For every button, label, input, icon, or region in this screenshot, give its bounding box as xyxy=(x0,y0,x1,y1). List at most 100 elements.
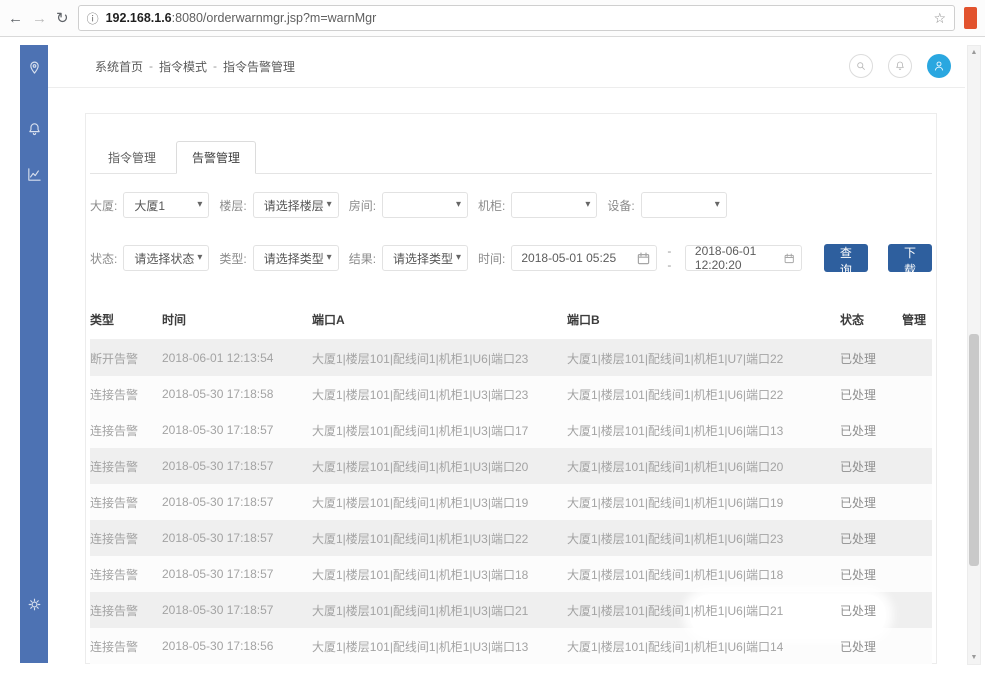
port-a-cell: 大厦1|楼层101|配线间1|机柜1|U3|端口13 xyxy=(312,638,567,655)
status-cell: 已处理 xyxy=(840,386,902,403)
time-cell: 2018-05-30 17:18:56 xyxy=(162,639,312,653)
time-cell: 2018-05-30 17:18:57 xyxy=(162,531,312,545)
device-label: 设备: xyxy=(607,197,634,214)
address-bar[interactable]: ⓘ 192.168.1.6:8080/orderwarnmgr.jsp?m=wa… xyxy=(78,5,955,31)
status-cell: 已处理 xyxy=(840,494,902,511)
time-cell: 2018-06-01 12:13:54 xyxy=(162,351,312,365)
notifications-button[interactable] xyxy=(888,54,912,78)
scroll-up-arrow[interactable]: ▲ xyxy=(968,49,980,56)
type-select[interactable]: 请选择类型▾ xyxy=(253,245,339,271)
device-select[interactable]: ▾ xyxy=(641,192,727,218)
query-button[interactable]: 查询 xyxy=(824,244,868,272)
calendar-icon[interactable] xyxy=(637,252,650,265)
sidebar-item-settings[interactable] xyxy=(20,593,48,615)
port-a-cell: 大厦1|楼层101|配线间1|机柜1|U6|端口23 xyxy=(312,350,567,367)
breadcrumb-alarm-mgmt: 指令告警管理 xyxy=(223,58,295,75)
port-a-cell: 大厦1|楼层101|配线间1|机柜1|U3|端口19 xyxy=(312,494,567,511)
port-a-cell: 大厦1|楼层101|配线间1|机柜1|U3|端口21 xyxy=(312,602,567,619)
page-info-icon[interactable]: ⓘ xyxy=(87,10,99,27)
topbar-icons xyxy=(849,54,951,78)
floor-select[interactable]: 请选择楼层▾ xyxy=(253,192,339,218)
status-cell: 已处理 xyxy=(840,566,902,583)
col-type: 类型 xyxy=(90,311,162,328)
forward-button[interactable]: → xyxy=(32,11,47,26)
col-manage: 管理 xyxy=(902,311,932,328)
chevron-down-icon: ▾ xyxy=(197,200,202,210)
port-b-cell: 大厦1|楼层101|配线间1|机柜1|U6|端口22 xyxy=(567,386,840,403)
type-cell: 连接告警 xyxy=(90,530,162,547)
filter-row-criteria: 状态: 请选择状态▾ 类型: 请选择类型▾ 结果: 请选择类型▾ 时间: 201… xyxy=(90,244,932,272)
breadcrumb-separator: - xyxy=(213,59,217,73)
cabinet-label: 机柜: xyxy=(478,197,505,214)
port-a-cell: 大厦1|楼层101|配线间1|机柜1|U3|端口22 xyxy=(312,530,567,547)
table-body: 断开告警 2018-06-01 12:13:54 大厦1|楼层101|配线间1|… xyxy=(90,340,932,664)
scrollbar[interactable]: ▲ ▼ xyxy=(967,45,981,665)
map-pin-icon xyxy=(26,60,43,77)
chevron-down-icon: ▾ xyxy=(456,253,461,263)
breadcrumb-home[interactable]: 系统首页 xyxy=(95,58,143,75)
url-path: :8080/orderwarnmgr.jsp?m=warnMgr xyxy=(172,11,377,25)
browser-bar: ← → ↻ ⓘ 192.168.1.6:8080/orderwarnmgr.js… xyxy=(0,0,985,37)
calendar-icon[interactable] xyxy=(784,252,794,265)
filter-row-location: 大厦: 大厦1▾ 楼层: 请选择楼层▾ 房间: ▾ 机柜: ▾ 设备: ▾ xyxy=(90,192,932,218)
time-cell: 2018-05-30 17:18:57 xyxy=(162,567,312,581)
room-label: 房间: xyxy=(349,197,376,214)
status-cell: 已处理 xyxy=(840,350,902,367)
date-range-separator: -- xyxy=(667,244,675,272)
cabinet-select[interactable]: ▾ xyxy=(511,192,597,218)
status-select[interactable]: 请选择状态▾ xyxy=(123,245,209,271)
alarm-table: 类型 时间 端口A 端口B 状态 管理 断开告警 2018-06-01 12:1… xyxy=(90,299,932,664)
bookmark-star-icon[interactable]: ☆ xyxy=(933,10,946,27)
tab-alarm-management[interactable]: 告警管理 xyxy=(176,141,256,174)
status-label: 状态: xyxy=(90,250,117,267)
status-cell: 已处理 xyxy=(840,458,902,475)
status-cell: 已处理 xyxy=(840,638,902,655)
date-from-input[interactable]: 2018-05-01 05:25 xyxy=(511,245,657,271)
sidebar-item-map[interactable] xyxy=(20,57,48,79)
table-row: 连接告警 2018-05-30 17:18:57 大厦1|楼层101|配线间1|… xyxy=(90,412,932,448)
port-b-cell: 大厦1|楼层101|配线间1|机柜1|U6|端口14 xyxy=(567,638,840,655)
screen: ← → ↻ ⓘ 192.168.1.6:8080/orderwarnmgr.js… xyxy=(0,0,985,685)
tab-command-management[interactable]: 指令管理 xyxy=(92,141,172,174)
topbar: 系统首页 - 指令模式 - 指令告警管理 xyxy=(48,45,965,88)
building-select[interactable]: 大厦1▾ xyxy=(123,192,209,218)
status-cell: 已处理 xyxy=(840,602,902,619)
table-row: 断开告警 2018-06-01 12:13:54 大厦1|楼层101|配线间1|… xyxy=(90,340,932,376)
time-cell: 2018-05-30 17:18:58 xyxy=(162,387,312,401)
search-button[interactable] xyxy=(849,54,873,78)
breadcrumb-command-mode[interactable]: 指令模式 xyxy=(159,58,207,75)
status-cell: 已处理 xyxy=(840,422,902,439)
port-b-cell: 大厦1|楼层101|配线间1|机柜1|U7|端口22 xyxy=(567,350,840,367)
port-b-cell: 大厦1|楼层101|配线间1|机柜1|U6|端口21 xyxy=(567,602,840,619)
browser-extension-icon[interactable] xyxy=(964,7,977,29)
scroll-down-arrow[interactable]: ▼ xyxy=(968,654,980,661)
type-cell: 连接告警 xyxy=(90,458,162,475)
type-cell: 连接告警 xyxy=(90,422,162,439)
type-cell: 连接告警 xyxy=(90,602,162,619)
table-header: 类型 时间 端口A 端口B 状态 管理 xyxy=(90,299,932,340)
reload-button[interactable]: ↻ xyxy=(56,11,69,26)
date-to-input[interactable]: 2018-06-01 12:20:20 xyxy=(685,245,802,271)
back-button[interactable]: ← xyxy=(8,11,23,26)
type-label: 类型: xyxy=(219,250,246,267)
bell-icon xyxy=(894,60,906,72)
port-b-cell: 大厦1|楼层101|配线间1|机柜1|U6|端口18 xyxy=(567,566,840,583)
chevron-down-icon: ▾ xyxy=(456,200,461,210)
port-a-cell: 大厦1|楼层101|配线间1|机柜1|U3|端口18 xyxy=(312,566,567,583)
room-select[interactable]: ▾ xyxy=(382,192,468,218)
result-select[interactable]: 请选择类型▾ xyxy=(382,245,468,271)
table-row: 连接告警 2018-05-30 17:18:57 大厦1|楼层101|配线间1|… xyxy=(90,484,932,520)
tab-bar: 指令管理 告警管理 xyxy=(90,141,932,174)
table-row: 连接告警 2018-05-30 17:18:58 大厦1|楼层101|配线间1|… xyxy=(90,376,932,412)
col-status: 状态 xyxy=(840,311,902,328)
floor-label: 楼层: xyxy=(219,197,246,214)
user-icon xyxy=(932,59,946,73)
sidebar-item-alarms[interactable] xyxy=(20,118,48,140)
sidebar-item-reports[interactable] xyxy=(20,163,48,185)
user-avatar[interactable] xyxy=(927,54,951,78)
download-button[interactable]: 下载 xyxy=(888,244,932,272)
scrollbar-thumb[interactable] xyxy=(969,334,979,566)
chevron-down-icon: ▾ xyxy=(715,200,720,210)
time-label: 时间: xyxy=(478,250,505,267)
url-text: 192.168.1.6:8080/orderwarnmgr.jsp?m=warn… xyxy=(106,11,377,25)
